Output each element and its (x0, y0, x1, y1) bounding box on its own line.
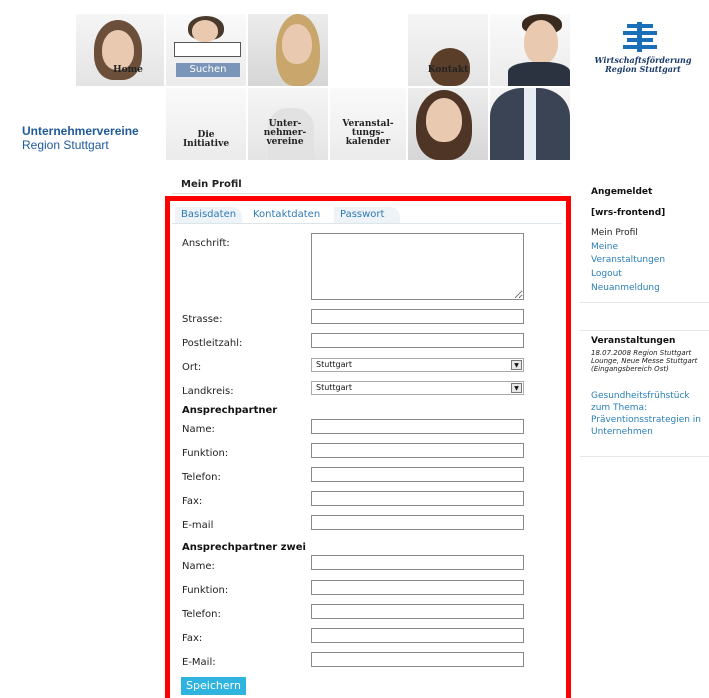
email-2-label: E-Mail: (182, 657, 216, 668)
ort-select[interactable]: Stuttgart ▼ (311, 358, 524, 372)
anschrift-label: Anschrift: (182, 238, 230, 249)
events-heading: Veranstaltungen (591, 336, 676, 346)
search-input[interactable] (174, 42, 241, 57)
telefon-field[interactable] (311, 467, 524, 482)
name-2-label: Name: (182, 561, 215, 572)
email-field[interactable] (311, 515, 524, 530)
strasse-field[interactable] (311, 309, 524, 324)
strasse-label: Strasse: (182, 314, 223, 325)
logged-in-heading: Angemeldet (591, 187, 653, 197)
fax-label: Fax: (182, 496, 203, 507)
funktion-label: Funktion: (182, 448, 229, 459)
anschrift-field[interactable] (311, 233, 524, 300)
landkreis-select-value: Stuttgart (316, 383, 352, 392)
ansprechpartner-title: Ansprechpartner (182, 405, 278, 416)
sidebar-link-logout[interactable]: Logout (591, 268, 622, 281)
landkreis-label: Landkreis: (182, 386, 234, 397)
brand-title[interactable]: Unternehmervereine (22, 124, 139, 138)
brand-subtitle[interactable]: Region Stuttgart (22, 138, 109, 152)
sidebar-my-profile: Mein Profil (591, 228, 638, 238)
header-photo-row2-man (490, 88, 570, 160)
funktion-2-label: Funktion: (182, 585, 229, 596)
nav-event-calendar[interactable]: Veranstal- tungs- kalender (336, 120, 400, 147)
save-button[interactable]: Speichern (181, 677, 246, 695)
tab-basisdaten[interactable]: Basisdaten (175, 207, 243, 223)
name-2-field[interactable] (311, 555, 524, 570)
telefon-2-label: Telefon: (182, 609, 221, 620)
tab-passwort[interactable]: Passwort (334, 207, 400, 223)
nav-contact[interactable]: Kontakt (420, 66, 476, 75)
funktion-2-field[interactable] (311, 580, 524, 595)
wrs-logo-text: Wirtschaftsförderung Region Stuttgart (594, 55, 692, 74)
divider (172, 193, 562, 194)
sidebar-link-my-events[interactable]: Meine Veranstaltungen (591, 241, 665, 267)
email-2-field[interactable] (311, 652, 524, 667)
email-label: E-mail (182, 520, 214, 531)
page-title: Mein Profil (181, 179, 242, 190)
postleitzahl-field[interactable] (311, 333, 524, 348)
sidebar-link-register[interactable]: Neuanmeldung (591, 282, 660, 295)
header-photo-row2-left (166, 88, 246, 160)
header-photo-woman (248, 14, 328, 86)
event-link[interactable]: Gesundheitsfrühstück zum Thema: Präventi… (591, 390, 709, 438)
telefon-2-field[interactable] (311, 604, 524, 619)
postleitzahl-label: Postleitzahl: (182, 338, 243, 349)
nav-member-associations[interactable]: Unter- nehmer- vereine (256, 120, 314, 147)
fax-2-field[interactable] (311, 628, 524, 643)
ort-label: Ort: (182, 362, 202, 373)
username: [wrs-frontend] (591, 208, 666, 218)
nav-initiative[interactable]: Die Initiative (176, 131, 236, 149)
header-photo-contact (408, 14, 488, 86)
sidebar-divider (580, 330, 709, 331)
event-meta: 18.07.2008 Region Stuttgart Lounge, Neue… (591, 349, 698, 373)
search-button[interactable]: Suchen (176, 63, 240, 77)
funktion-field[interactable] (311, 443, 524, 458)
fax-field[interactable] (311, 491, 524, 506)
sidebar-divider (580, 456, 709, 457)
tab-kontaktdaten[interactable]: Kontaktdaten (247, 207, 327, 223)
sidebar-divider (580, 302, 709, 303)
landkreis-select[interactable]: Stuttgart ▼ (311, 381, 524, 395)
chevron-down-icon[interactable]: ▼ (511, 383, 522, 393)
header-photo-row2-woman (408, 88, 488, 160)
wrs-logo-icon[interactable] (623, 22, 657, 52)
nav-home[interactable]: Home (108, 66, 148, 75)
fax-2-label: Fax: (182, 633, 203, 644)
ansprechpartner-zwei-title: Ansprechpartner zwei (182, 542, 306, 553)
header-photo-man (490, 14, 570, 86)
ort-select-value: Stuttgart (316, 360, 352, 369)
telefon-label: Telefon: (182, 472, 221, 483)
header-photo-home (76, 14, 164, 86)
chevron-down-icon[interactable]: ▼ (511, 360, 522, 370)
name-field[interactable] (311, 419, 524, 434)
name-label: Name: (182, 424, 215, 435)
tab-divider (172, 223, 562, 224)
